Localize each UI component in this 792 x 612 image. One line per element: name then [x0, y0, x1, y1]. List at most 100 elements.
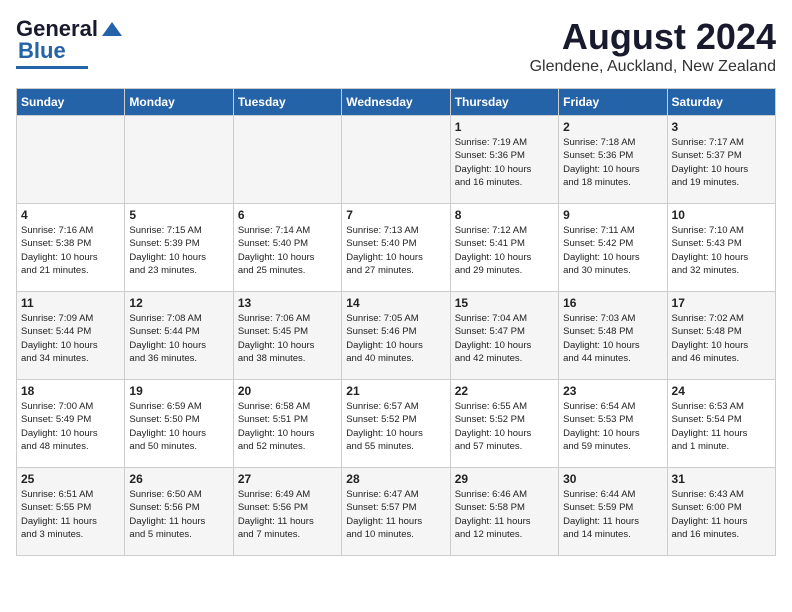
logo-blue: Blue [18, 38, 66, 64]
calendar-cell: 10 Sunrise: 7:10 AM Sunset: 5:43 PM Dayli… [667, 204, 775, 292]
day-number: 10 [672, 208, 771, 222]
cell-content: Sunrise: 7:11 AM Sunset: 5:42 PM Dayligh… [563, 224, 662, 277]
calendar-cell [233, 116, 341, 204]
cell-content: Sunrise: 6:44 AM Sunset: 5:59 PM Dayligh… [563, 488, 662, 541]
calendar-cell: 15 Sunrise: 7:04 AM Sunset: 5:47 PM Dayli… [450, 292, 558, 380]
cell-content: Sunrise: 7:15 AM Sunset: 5:39 PM Dayligh… [129, 224, 228, 277]
day-number: 21 [346, 384, 445, 398]
day-number: 8 [455, 208, 554, 222]
week-row-5: 25Sunrise: 6:51 AM Sunset: 5:55 PM Dayli… [17, 468, 776, 556]
week-row-2: 4Sunrise: 7:16 AM Sunset: 5:38 PM Daylig… [17, 204, 776, 292]
day-number: 13 [238, 296, 337, 310]
cell-content: Sunrise: 7:00 AM Sunset: 5:49 PM Dayligh… [21, 400, 120, 453]
cell-content: Sunrise: 6:55 AM Sunset: 5:52 PM Dayligh… [455, 400, 554, 453]
day-number: 29 [455, 472, 554, 486]
cell-content: Sunrise: 6:47 AM Sunset: 5:57 PM Dayligh… [346, 488, 445, 541]
calendar-cell: 30 Sunrise: 6:44 AM Sunset: 5:59 PM Dayli… [559, 468, 667, 556]
title-block: August 2024 Glendene, Auckland, New Zeal… [530, 16, 776, 76]
calendar-cell [17, 116, 125, 204]
calendar-table: SundayMondayTuesdayWednesdayThursdayFrid… [16, 88, 776, 556]
cell-content: Sunrise: 7:09 AM Sunset: 5:44 PM Dayligh… [21, 312, 120, 365]
cell-content: Sunrise: 6:50 AM Sunset: 5:56 PM Dayligh… [129, 488, 228, 541]
day-number: 5 [129, 208, 228, 222]
calendar-cell: 3Sunrise: 7:17 AM Sunset: 5:37 PM Daylig… [667, 116, 775, 204]
page-header: General Blue August 2024 Glendene, Auckl… [16, 16, 776, 76]
week-row-3: 11 Sunrise: 7:09 AM Sunset: 5:44 PM Dayli… [17, 292, 776, 380]
logo: General Blue [16, 16, 122, 69]
day-number: 9 [563, 208, 662, 222]
day-number: 17 [672, 296, 771, 310]
day-number: 4 [21, 208, 120, 222]
calendar-cell: 2Sunrise: 7:18 AM Sunset: 5:36 PM Daylig… [559, 116, 667, 204]
calendar-cell: 22 Sunrise: 6:55 AM Sunset: 5:52 PM Dayli… [450, 380, 558, 468]
cell-content: Sunrise: 7:12 AM Sunset: 5:41 PM Dayligh… [455, 224, 554, 277]
day-number: 12 [129, 296, 228, 310]
cell-content: Sunrise: 6:59 AM Sunset: 5:50 PM Dayligh… [129, 400, 228, 453]
cell-content: Sunrise: 7:05 AM Sunset: 5:46 PM Dayligh… [346, 312, 445, 365]
calendar-cell: 26 Sunrise: 6:50 AM Sunset: 5:56 PM Dayli… [125, 468, 233, 556]
week-row-1: 1 Sunrise: 7:19 AM Sunset: 5:36 PM Daylig… [17, 116, 776, 204]
header-friday: Friday [559, 89, 667, 116]
header-row: SundayMondayTuesdayWednesdayThursdayFrid… [17, 89, 776, 116]
header-wednesday: Wednesday [342, 89, 450, 116]
logo-arrow-icon [100, 18, 122, 40]
calendar-cell: 31 Sunrise: 6:43 AM Sunset: 6:00 PM Dayli… [667, 468, 775, 556]
day-number: 26 [129, 472, 228, 486]
logo-underline [16, 66, 88, 69]
day-number: 14 [346, 296, 445, 310]
day-number: 18 [21, 384, 120, 398]
calendar-cell: 8 Sunrise: 7:12 AM Sunset: 5:41 PM Daylig… [450, 204, 558, 292]
cell-content: Sunrise: 7:04 AM Sunset: 5:47 PM Dayligh… [455, 312, 554, 365]
calendar-cell: 12 Sunrise: 7:08 AM Sunset: 5:44 PM Dayli… [125, 292, 233, 380]
calendar-cell: 29 Sunrise: 6:46 AM Sunset: 5:58 PM Dayli… [450, 468, 558, 556]
calendar-cell: 21 Sunrise: 6:57 AM Sunset: 5:52 PM Dayli… [342, 380, 450, 468]
calendar-cell: 16 Sunrise: 7:03 AM Sunset: 5:48 PM Dayli… [559, 292, 667, 380]
day-number: 23 [563, 384, 662, 398]
cell-content: Sunrise: 7:14 AM Sunset: 5:40 PM Dayligh… [238, 224, 337, 277]
day-number: 22 [455, 384, 554, 398]
cell-content: Sunrise: 7:06 AM Sunset: 5:45 PM Dayligh… [238, 312, 337, 365]
calendar-title: August 2024 [530, 16, 776, 58]
calendar-cell: 1 Sunrise: 7:19 AM Sunset: 5:36 PM Daylig… [450, 116, 558, 204]
day-number: 28 [346, 472, 445, 486]
cell-content: Sunrise: 7:10 AM Sunset: 5:43 PM Dayligh… [672, 224, 771, 277]
calendar-cell: 27Sunrise: 6:49 AM Sunset: 5:56 PM Dayli… [233, 468, 341, 556]
cell-content: Sunrise: 7:02 AM Sunset: 5:48 PM Dayligh… [672, 312, 771, 365]
header-tuesday: Tuesday [233, 89, 341, 116]
calendar-subtitle: Glendene, Auckland, New Zealand [530, 58, 776, 76]
day-number: 11 [21, 296, 120, 310]
day-number: 31 [672, 472, 771, 486]
calendar-cell: 23 Sunrise: 6:54 AM Sunset: 5:53 PM Dayli… [559, 380, 667, 468]
calendar-cell: 14 Sunrise: 7:05 AM Sunset: 5:46 PM Dayli… [342, 292, 450, 380]
calendar-cell: 13 Sunrise: 7:06 AM Sunset: 5:45 PM Dayli… [233, 292, 341, 380]
cell-content: Sunrise: 6:43 AM Sunset: 6:00 PM Dayligh… [672, 488, 771, 541]
calendar-cell: 7Sunrise: 7:13 AM Sunset: 5:40 PM Daylig… [342, 204, 450, 292]
calendar-cell [342, 116, 450, 204]
cell-content: Sunrise: 6:54 AM Sunset: 5:53 PM Dayligh… [563, 400, 662, 453]
cell-content: Sunrise: 7:03 AM Sunset: 5:48 PM Dayligh… [563, 312, 662, 365]
calendar-cell: 5 Sunrise: 7:15 AM Sunset: 5:39 PM Daylig… [125, 204, 233, 292]
day-number: 16 [563, 296, 662, 310]
calendar-cell: 28 Sunrise: 6:47 AM Sunset: 5:57 PM Dayli… [342, 468, 450, 556]
header-sunday: Sunday [17, 89, 125, 116]
cell-content: Sunrise: 6:46 AM Sunset: 5:58 PM Dayligh… [455, 488, 554, 541]
calendar-cell [125, 116, 233, 204]
cell-content: Sunrise: 6:49 AM Sunset: 5:56 PM Dayligh… [238, 488, 337, 541]
day-number: 6 [238, 208, 337, 222]
cell-content: Sunrise: 7:19 AM Sunset: 5:36 PM Dayligh… [455, 136, 554, 189]
calendar-cell: 6 Sunrise: 7:14 AM Sunset: 5:40 PM Daylig… [233, 204, 341, 292]
cell-content: Sunrise: 6:51 AM Sunset: 5:55 PM Dayligh… [21, 488, 120, 541]
week-row-4: 18 Sunrise: 7:00 AM Sunset: 5:49 PM Dayli… [17, 380, 776, 468]
day-number: 30 [563, 472, 662, 486]
cell-content: Sunrise: 7:08 AM Sunset: 5:44 PM Dayligh… [129, 312, 228, 365]
cell-content: Sunrise: 7:17 AM Sunset: 5:37 PM Dayligh… [672, 136, 771, 189]
cell-content: Sunrise: 6:57 AM Sunset: 5:52 PM Dayligh… [346, 400, 445, 453]
day-number: 2 [563, 120, 662, 134]
calendar-cell: 24Sunrise: 6:53 AM Sunset: 5:54 PM Dayli… [667, 380, 775, 468]
day-number: 15 [455, 296, 554, 310]
day-number: 24 [672, 384, 771, 398]
day-number: 1 [455, 120, 554, 134]
cell-content: Sunrise: 6:58 AM Sunset: 5:51 PM Dayligh… [238, 400, 337, 453]
calendar-cell: 19Sunrise: 6:59 AM Sunset: 5:50 PM Dayli… [125, 380, 233, 468]
header-thursday: Thursday [450, 89, 558, 116]
